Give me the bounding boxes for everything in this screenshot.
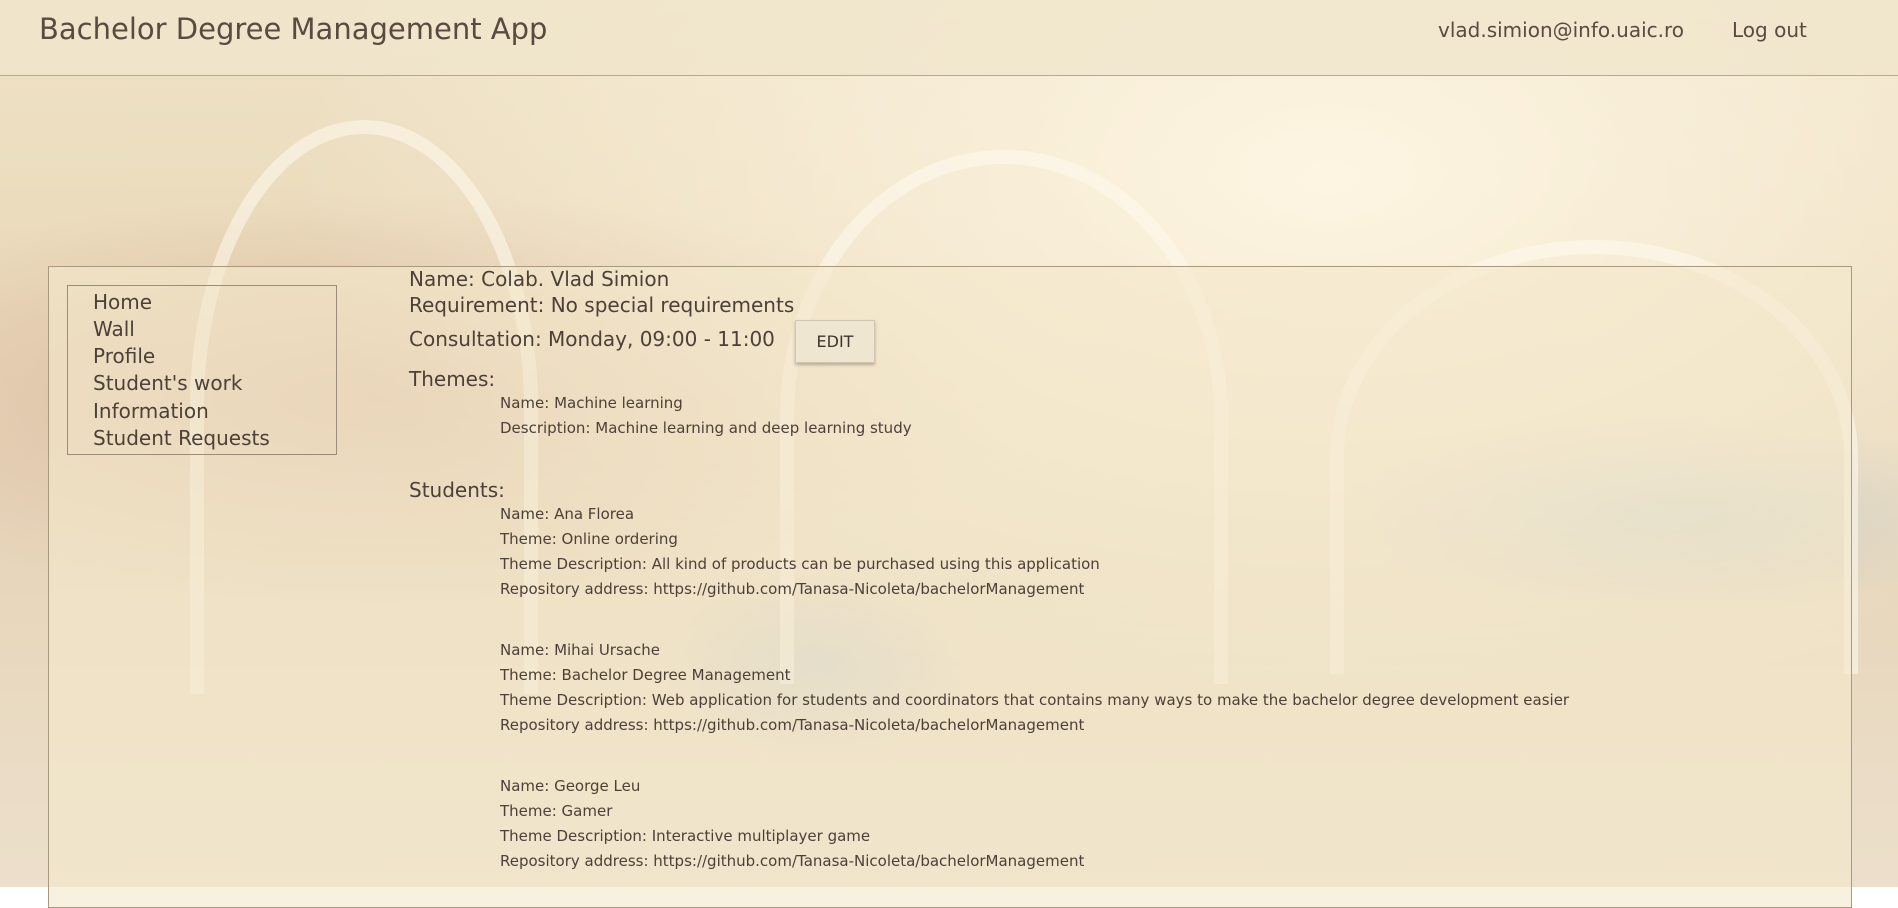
theme-name: Name: Machine learning [500, 394, 683, 412]
student-repository: Repository address: https://github.com/T… [500, 580, 1085, 598]
themes-heading: Themes: [409, 367, 496, 391]
sidebar-menu: Home Wall Profile Student's work Informa… [67, 285, 337, 455]
edit-button[interactable]: EDIT [795, 320, 875, 363]
student-repository: Repository address: https://github.com/T… [500, 852, 1085, 870]
student-name: Name: George Leu [500, 777, 641, 795]
student-theme-description: Theme Description: All kind of products … [500, 555, 1100, 573]
coordinator-consultation: Consultation: Monday, 09:00 - 11:00 [409, 327, 775, 351]
student-theme: Theme: Online ordering [500, 530, 678, 548]
logout-link[interactable]: Log out [1732, 18, 1807, 42]
user-email: vlad.simion@info.uaic.ro [1438, 18, 1685, 42]
sidebar-item-student-requests[interactable]: Student Requests [93, 426, 270, 450]
sidebar-item-profile[interactable]: Profile [93, 344, 155, 368]
app-title: Bachelor Degree Management App [39, 12, 548, 46]
student-theme: Theme: Gamer [500, 802, 613, 820]
student-theme: Theme: Bachelor Degree Management [500, 666, 791, 684]
student-repository: Repository address: https://github.com/T… [500, 716, 1085, 734]
student-name: Name: Ana Florea [500, 505, 635, 523]
theme-description: Description: Machine learning and deep l… [500, 419, 912, 437]
sidebar-item-information[interactable]: Information [93, 399, 209, 423]
sidebar-item-home[interactable]: Home [93, 290, 152, 314]
top-bar: Bachelor Degree Management App vlad.simi… [0, 0, 1898, 76]
coordinator-name: Name: Colab. Vlad Simion [409, 267, 670, 291]
sidebar-item-wall[interactable]: Wall [93, 317, 135, 341]
student-name: Name: Mihai Ursache [500, 641, 660, 659]
coordinator-requirement: Requirement: No special requirements [409, 293, 795, 317]
student-theme-description: Theme Description: Web application for s… [500, 691, 1570, 709]
sidebar-item-students-work[interactable]: Student's work [93, 371, 242, 395]
students-heading: Students: [409, 478, 505, 502]
student-theme-description: Theme Description: Interactive multiplay… [500, 827, 871, 845]
